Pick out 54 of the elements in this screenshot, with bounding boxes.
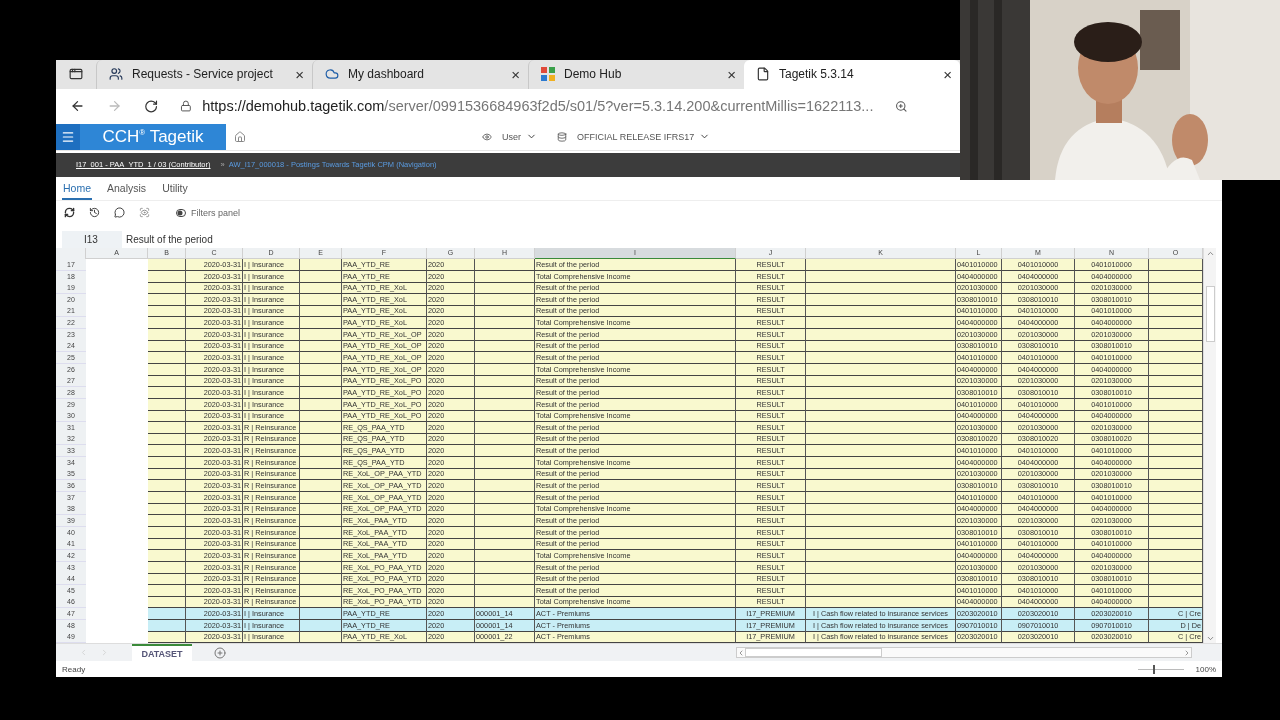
ribbon-tab[interactable]: Home [62,181,92,200]
comment-icon [114,207,125,219]
browser-tab[interactable]: Tagetik 5.3.14 × [744,60,960,89]
tab-actions-icon[interactable] [69,67,83,82]
zoom-reading: 100% [1195,664,1216,674]
grid-logo-icon [541,67,555,82]
ribbon-tab[interactable]: Analysis [106,181,148,200]
plus-icon [214,646,226,659]
zoom-slider-thumb[interactable] [1152,664,1155,674]
filters-panel-toggle[interactable]: Filters panel [176,207,241,218]
scrollbar-thumb[interactable] [745,648,882,657]
sheet-tab[interactable]: DATASET [132,644,192,661]
refresh-icon [64,207,75,219]
zoom-icon[interactable] [895,98,908,114]
app-logo: CCH$^{®}$ Tagetik [80,123,226,150]
menu-icon [61,129,75,144]
toggle-icon [176,208,186,217]
close-tab-button[interactable]: × [943,66,952,83]
history-icon [89,207,100,219]
history-button[interactable] [89,207,100,219]
user-dropdown[interactable]: User [502,131,537,143]
tab-title: Demo Hub [564,67,623,82]
menu-button[interactable] [56,123,80,150]
home-icon [234,130,246,143]
cloud-icon [325,67,339,82]
browser-tab[interactable]: My dashboard × [312,60,528,89]
cell-reference[interactable]: I13 [62,230,122,248]
release-dropdown[interactable]: OFFICIAL RELEASE IFRS17 [577,131,711,143]
close-tab-button[interactable]: × [511,66,520,83]
comment-button[interactable] [114,207,125,219]
scroll-down-icon[interactable] [1205,634,1215,643]
close-tab-button[interactable]: × [295,66,304,83]
database-icon [557,131,567,142]
scroll-right-icon[interactable] [1183,648,1191,657]
browser-tab[interactable]: Requests - Service project × [96,60,312,89]
scrollbar-thumb[interactable] [1205,285,1215,342]
ribbon-tab[interactable]: Utility [161,181,189,200]
lock-icon[interactable] [180,99,193,114]
status-text: Ready [62,664,86,674]
address-field[interactable]: https://demohub.tagetik.com/server/0991536684963f2d5/s01/5?ver=5.3.14.200&currentMillis=1622113... [202,98,874,115]
tab-title: Requests - Service project [132,67,274,82]
add-sheet-button[interactable] [214,646,226,659]
capture-button[interactable] [139,207,150,219]
eye-icon [482,131,492,142]
formula-field[interactable]: Result of the period [122,230,1222,248]
people-icon [109,67,123,82]
capture-icon [139,207,150,219]
tab-title: Tagetik 5.3.14 [779,67,855,82]
document-icon [756,67,770,82]
tab-title: My dashboard [348,67,426,82]
close-tab-button[interactable]: × [727,66,736,83]
refresh-button[interactable] [64,207,75,219]
scroll-left-icon[interactable] [737,648,745,657]
home-button[interactable] [234,130,246,143]
